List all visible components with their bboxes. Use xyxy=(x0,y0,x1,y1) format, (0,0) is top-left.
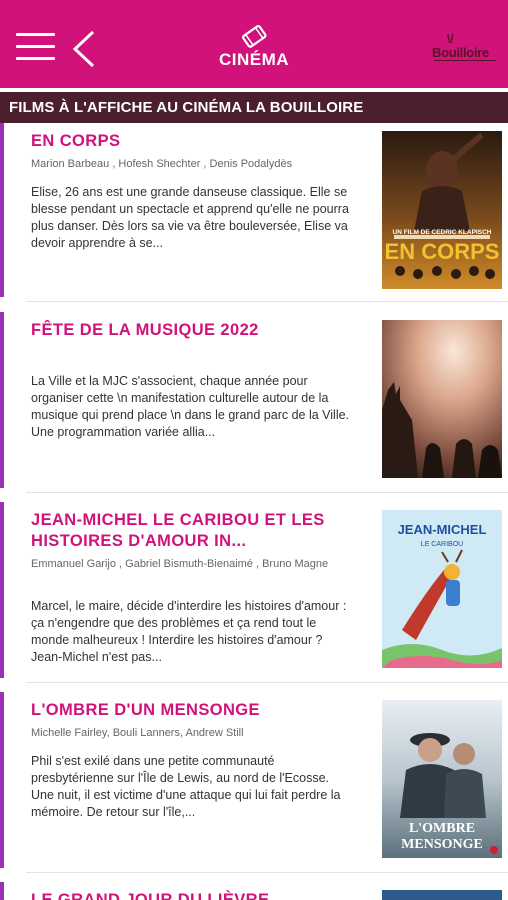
poster-title-line2: MENSONGE xyxy=(401,837,483,852)
card-accent-bar xyxy=(0,882,4,900)
card-divider xyxy=(26,872,508,873)
concert-photo-art xyxy=(382,320,502,478)
card-divider xyxy=(26,682,508,683)
poster-title: JEAN-MICHEL xyxy=(398,522,487,537)
film-description: Marcel, le maire, décide d'interdire les… xyxy=(31,599,347,664)
card-divider xyxy=(26,492,508,493)
film-poster[interactable]: UN FILM DE CEDRIC KLAPISCH EN CORPS xyxy=(382,131,502,289)
poster-title-line1: L'OMBRE xyxy=(409,821,475,836)
top-app-bar: CINÉMA \/ Bouilloire xyxy=(0,0,508,88)
poster-subtitle: LE CARIBOU xyxy=(421,541,463,548)
logo-mark-icon: \/ xyxy=(447,32,454,46)
section-title: FILMS À L'AFFICHE AU CINÉMA LA BOUILLOIR… xyxy=(9,99,364,116)
section-header: FILMS À L'AFFICHE AU CINÉMA LA BOUILLOIR… xyxy=(0,92,508,123)
card-accent-bar xyxy=(0,692,4,868)
film-poster[interactable]: L'OMBRE MENSONGE xyxy=(382,700,502,858)
film-cast: Emmanuel Garijo , Gabriel Bismuth-Bienai… xyxy=(31,558,329,570)
card-accent-bar xyxy=(0,502,4,678)
film-poster[interactable] xyxy=(382,890,502,900)
film-description: La Ville et la MJC s'associent, chaque a… xyxy=(31,374,350,439)
film-poster[interactable]: JEAN-MICHEL LE CARIBOU xyxy=(382,510,502,668)
poster-title: EN CORPS xyxy=(385,239,500,264)
film-card[interactable]: LE GRAND JOUR DU LIÈVRE xyxy=(0,882,508,900)
film-title[interactable]: JEAN-MICHEL LE CARIBOU ET LES HISTOIRES … xyxy=(31,510,351,552)
film-description: Elise, 26 ans est une grande danseuse cl… xyxy=(31,185,349,250)
film-cast: Michelle Fairley, Bouli Lanners, Andrew … xyxy=(31,727,244,739)
film-card[interactable]: FÊTE DE LA MUSIQUE 2022 La Ville et la M… xyxy=(0,312,508,493)
film-card[interactable]: JEAN-MICHEL LE CARIBOU ET LES HISTOIRES … xyxy=(0,502,508,683)
card-accent-bar xyxy=(0,123,4,297)
en-corps-poster-art: UN FILM DE CEDRIC KLAPISCH EN CORPS xyxy=(382,131,502,289)
poster-tagline: UN FILM DE CEDRIC KLAPISCH xyxy=(393,229,492,236)
page-title: CINÉMA xyxy=(204,22,304,74)
logo-underline xyxy=(434,60,496,61)
logo-text: Bouilloire xyxy=(432,45,489,60)
film-title[interactable]: FÊTE DE LA MUSIQUE 2022 xyxy=(31,320,351,341)
bouilloire-logo[interactable]: \/ Bouilloire xyxy=(428,32,500,66)
film-card[interactable]: L'OMBRE D'UN MENSONGE Michelle Fairley, … xyxy=(0,692,508,873)
page-title-text: CINÉMA xyxy=(218,50,290,69)
film-title[interactable]: L'OMBRE D'UN MENSONGE xyxy=(31,700,351,721)
card-accent-bar xyxy=(0,312,4,488)
film-title[interactable]: LE GRAND JOUR DU LIÈVRE xyxy=(31,890,351,900)
back-arrow-icon[interactable] xyxy=(71,30,97,68)
film-description: Phil s'est exilé dans une petite communa… xyxy=(31,754,341,819)
film-title[interactable]: EN CORPS xyxy=(31,131,351,152)
card-divider xyxy=(26,301,508,302)
film-poster[interactable] xyxy=(382,320,502,478)
film-cast: Marion Barbeau , Hofesh Shechter , Denis… xyxy=(31,158,293,170)
film-card[interactable]: EN CORPS Marion Barbeau , Hofesh Shechte… xyxy=(0,123,508,302)
caribou-poster-art: JEAN-MICHEL LE CARIBOU xyxy=(382,510,502,668)
film-ticket-icon xyxy=(242,25,267,48)
ombre-poster-art: L'OMBRE MENSONGE xyxy=(382,700,502,858)
menu-icon[interactable] xyxy=(16,33,56,63)
